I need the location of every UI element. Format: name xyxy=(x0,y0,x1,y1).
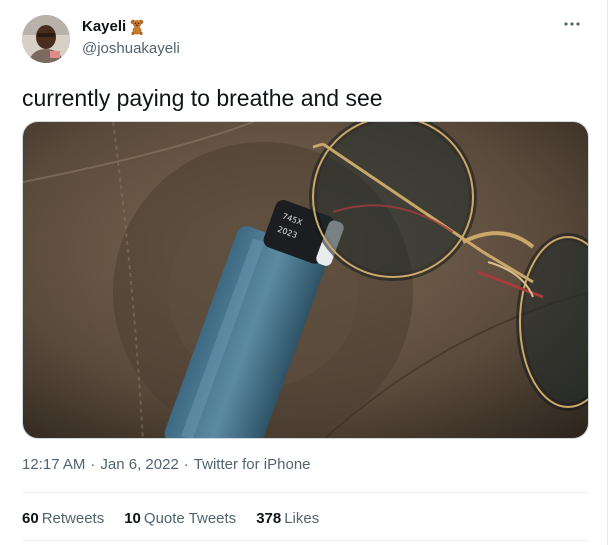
tweet-date[interactable]: Jan 6, 2022 xyxy=(100,456,178,473)
quote-tweets-count: 10 xyxy=(124,510,141,527)
display-name-text: Kayeli xyxy=(82,18,127,35)
likes-label: Likes xyxy=(284,510,320,527)
display-name[interactable]: Kayeli xyxy=(82,18,144,35)
tweet-source[interactable]: Twitter for iPhone xyxy=(194,456,311,473)
separator: · xyxy=(183,456,189,473)
retweets-stat[interactable]: 60 Retweets xyxy=(22,510,104,527)
photo-inhaler-and-glasses: 745X 2023 xyxy=(23,122,588,438)
likes-stat[interactable]: 378 Likes xyxy=(256,510,319,527)
tweet-metadata: 12:17 AM · Jan 6, 2022 · Twitter for iPh… xyxy=(22,456,311,473)
tweet-time[interactable]: 12:17 AM xyxy=(22,456,85,473)
more-options-button[interactable] xyxy=(561,12,583,34)
tweet-photo[interactable]: 745X 2023 xyxy=(22,121,589,439)
ellipsis-icon xyxy=(563,14,581,32)
retweets-label: Retweets xyxy=(41,510,105,527)
avatar[interactable] xyxy=(22,15,70,63)
divider xyxy=(22,492,589,493)
tweet-stats: 60 Retweets 10 Quote Tweets 378 Likes xyxy=(22,510,319,527)
teddy-bear-icon xyxy=(130,19,144,35)
quote-tweets-stat[interactable]: 10 Quote Tweets xyxy=(124,510,236,527)
tweet-card: Kayeli @joshuakayeli currently paying to… xyxy=(0,0,608,545)
tweet-text: currently paying to breathe and see xyxy=(22,85,383,111)
likes-count: 378 xyxy=(256,510,282,527)
retweets-count: 60 xyxy=(22,510,39,527)
user-handle[interactable]: @joshuakayeli xyxy=(82,40,180,57)
quote-tweets-label: Quote Tweets xyxy=(143,510,237,527)
divider xyxy=(22,540,589,541)
avatar-image xyxy=(22,15,70,63)
separator: · xyxy=(90,456,96,473)
